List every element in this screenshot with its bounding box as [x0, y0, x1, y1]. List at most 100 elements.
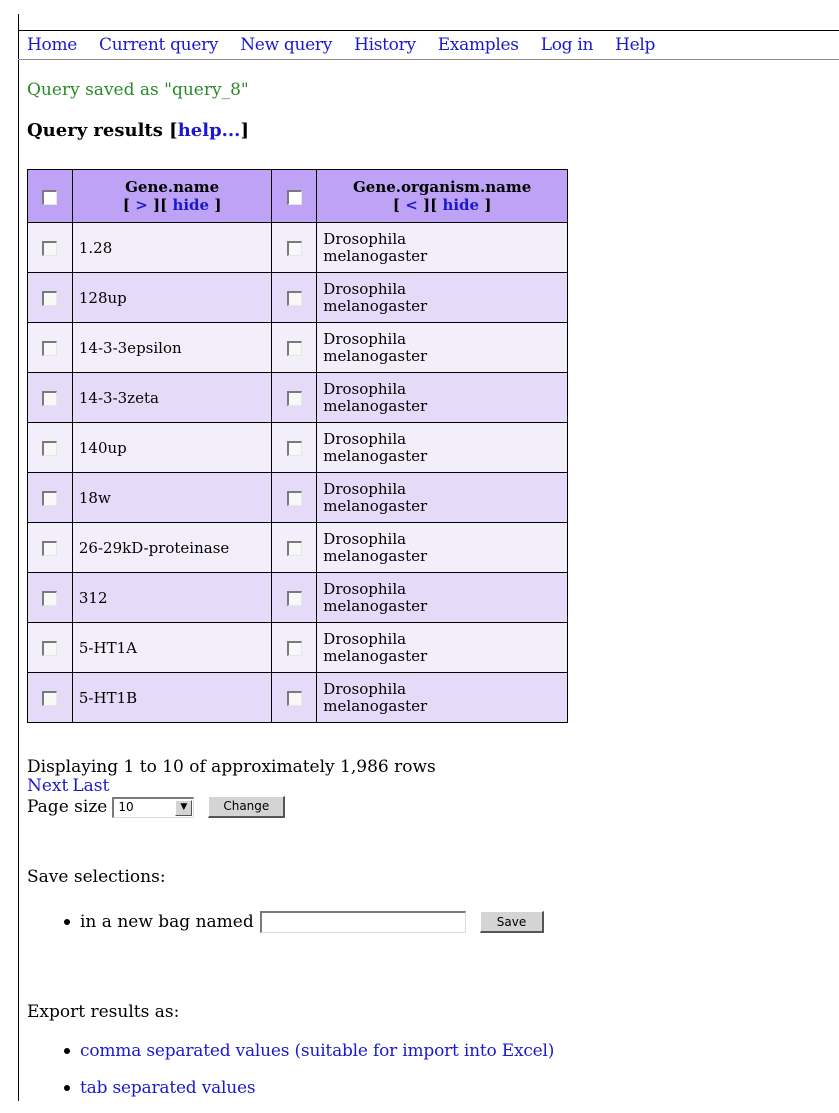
list-item: tab separated values [64, 1076, 554, 1099]
organism-name-cell: Drosophila melanogaster [316, 322, 568, 373]
bracket: ] [484, 196, 492, 214]
hide-column-link[interactable]: hide [442, 196, 479, 214]
column-header-gene-name: Gene.name [ > ][ hide ] [71, 169, 273, 223]
row-gene-checkbox[interactable] [42, 541, 58, 556]
organism-name-cell: Drosophila melanogaster [316, 672, 568, 723]
row-gene-checkbox[interactable] [42, 591, 58, 606]
row-organism-checkbox[interactable] [286, 391, 302, 406]
row-organism-checkbox[interactable] [286, 241, 302, 256]
nav-history[interactable]: History [354, 35, 416, 55]
row-checkbox-cell [271, 372, 318, 423]
row-organism-checkbox[interactable] [286, 691, 302, 706]
column-header-organism-name: Gene.organism.name [ < ][ hide ] [316, 169, 568, 223]
row-checkbox-cell [27, 672, 73, 723]
nav-new-query[interactable]: New query [240, 35, 332, 55]
organism-species: melanogaster [323, 496, 428, 515]
page-size-select[interactable]: 10 ▼ [112, 796, 195, 818]
organism-name-cell: Drosophila melanogaster [316, 372, 568, 423]
row-checkbox-cell [27, 272, 73, 323]
table-row: 5-HT1B Drosophila melanogaster [27, 672, 568, 723]
gene-name-cell: 5-HT1B [71, 672, 273, 723]
organism-genus: Drosophila [323, 479, 407, 498]
row-organism-checkbox[interactable] [286, 341, 302, 356]
organism-species: melanogaster [323, 296, 428, 315]
results-heading-text: Query results [27, 120, 163, 141]
nav-log-in[interactable]: Log in [541, 35, 594, 55]
row-organism-checkbox[interactable] [286, 491, 302, 506]
select-all-organism-cell [271, 169, 318, 223]
last-page-link[interactable]: Last [72, 776, 109, 796]
organism-name-cell: Drosophila melanogaster [316, 472, 568, 523]
row-gene-checkbox[interactable] [42, 291, 58, 306]
table-row: 14-3-3zeta Drosophila melanogaster [27, 372, 568, 423]
row-gene-checkbox[interactable] [42, 491, 58, 506]
row-organism-checkbox[interactable] [286, 591, 302, 606]
row-organism-checkbox[interactable] [286, 291, 302, 306]
next-page-link[interactable]: Next [27, 776, 68, 796]
select-all-gene-cell [27, 169, 73, 223]
row-gene-checkbox[interactable] [42, 641, 58, 656]
column-title: Gene.name [125, 178, 220, 196]
gene-name-cell: 18w [71, 472, 273, 523]
organism-genus: Drosophila [323, 529, 407, 548]
move-column-left-link[interactable]: < [405, 196, 418, 214]
organism-genus: Drosophila [323, 379, 407, 398]
page-left-border [18, 14, 19, 1101]
table-row: 128up Drosophila melanogaster [27, 272, 568, 323]
organism-genus: Drosophila [323, 679, 407, 698]
row-checkbox-cell [27, 622, 73, 673]
row-gene-checkbox[interactable] [42, 691, 58, 706]
column-controls: [ < ][ hide ] [317, 196, 567, 214]
organism-genus: Drosophila [323, 229, 407, 248]
table-row: 140up Drosophila melanogaster [27, 422, 568, 473]
row-organism-checkbox[interactable] [286, 641, 302, 656]
table-row: 312 Drosophila melanogaster [27, 572, 568, 623]
dropdown-arrow-icon[interactable]: ▼ [175, 799, 193, 816]
row-gene-checkbox[interactable] [42, 391, 58, 406]
move-column-right-link[interactable]: > [135, 196, 148, 214]
row-checkbox-cell [271, 572, 318, 623]
export-heading: Export results as: [27, 1002, 180, 1022]
organism-species: melanogaster [323, 646, 428, 665]
row-checkbox-cell [271, 522, 318, 573]
row-checkbox-cell [27, 422, 73, 473]
export-tsv-link[interactable]: tab separated values [80, 1078, 256, 1098]
nav-examples[interactable]: Examples [438, 35, 519, 55]
gene-name-cell: 26-29kD-proteinase [71, 522, 273, 573]
top-nav-bar: Home Current query New query History Exa… [18, 30, 839, 60]
bracket: [ [392, 196, 400, 214]
bracket: ][ [423, 196, 438, 214]
row-organism-checkbox[interactable] [286, 541, 302, 556]
results-help-link[interactable]: help... [178, 120, 241, 141]
organism-genus: Drosophila [323, 429, 407, 448]
organism-name-cell: Drosophila melanogaster [316, 522, 568, 573]
row-gene-checkbox[interactable] [42, 341, 58, 356]
nav-home[interactable]: Home [27, 35, 77, 55]
bracket: [ [122, 196, 130, 214]
bag-name-input[interactable] [259, 911, 466, 933]
nav-current-query[interactable]: Current query [99, 35, 218, 55]
row-gene-checkbox[interactable] [42, 241, 58, 256]
select-all-gene-checkbox[interactable] [42, 189, 58, 205]
row-gene-checkbox[interactable] [42, 441, 58, 456]
export-csv-link[interactable]: comma separated values (suitable for imp… [80, 1041, 554, 1061]
help-bracket-open: [ [169, 120, 178, 141]
organism-name-cell: Drosophila melanogaster [316, 622, 568, 673]
row-checkbox-cell [27, 572, 73, 623]
hide-column-link[interactable]: hide [172, 196, 209, 214]
select-all-organism-checkbox[interactable] [286, 189, 302, 205]
column-title: Gene.organism.name [352, 178, 532, 196]
pager-links: Next Last [27, 777, 436, 796]
organism-species: melanogaster [323, 546, 428, 565]
organism-genus: Drosophila [323, 579, 407, 598]
organism-species: melanogaster [323, 446, 428, 465]
save-bag-button[interactable]: Save [479, 911, 545, 933]
gene-name-cell: 140up [71, 422, 273, 473]
pagination: Displaying 1 to 10 of approximately 1,98… [27, 758, 436, 818]
change-page-size-button[interactable]: Change [208, 796, 286, 818]
row-checkbox-cell [271, 672, 318, 723]
nav-help[interactable]: Help [615, 35, 655, 55]
row-organism-checkbox[interactable] [286, 441, 302, 456]
row-checkbox-cell [271, 222, 318, 273]
table-header-row: Gene.name [ > ][ hide ] Gene.organism.na… [27, 169, 568, 223]
